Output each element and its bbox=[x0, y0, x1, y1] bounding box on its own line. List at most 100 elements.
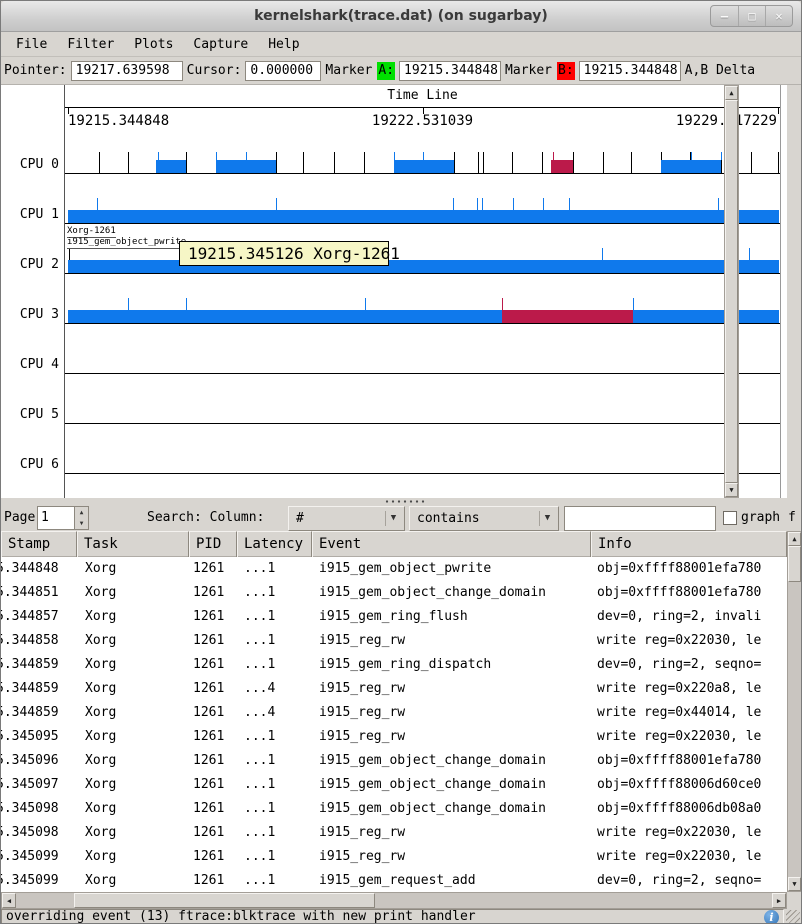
cell-latency: ...1 bbox=[244, 653, 306, 677]
graph-vscroll-thumb[interactable] bbox=[725, 100, 738, 483]
maximize-icon[interactable]: □ bbox=[738, 6, 765, 26]
cell-task: Xorg bbox=[85, 629, 185, 653]
cpu-0-event-tick bbox=[186, 152, 187, 173]
column-select[interactable]: # ▼ bbox=[288, 506, 405, 531]
grip-dots-icon bbox=[384, 500, 426, 503]
search-column-label: Search: Column: bbox=[147, 510, 264, 525]
table-row[interactable]: 5.344859Xorg1261...4i915_reg_rwwrite reg… bbox=[1, 677, 787, 701]
menu-item-plots[interactable]: Plots bbox=[125, 34, 182, 55]
cpu-2-tick bbox=[69, 249, 70, 260]
table-row[interactable]: 5.344848Xorg1261...1i915_gem_object_pwri… bbox=[1, 557, 787, 581]
cpu-0-tick bbox=[216, 152, 217, 160]
cell-stamp: 5.345099 bbox=[1, 869, 77, 892]
cell-stamp: 5.345099 bbox=[1, 845, 77, 869]
column-header-event[interactable]: Event bbox=[312, 531, 591, 557]
cpu-3-tick bbox=[128, 298, 129, 310]
resize-grip-icon[interactable] bbox=[786, 910, 800, 924]
cpu-0-event-tick bbox=[276, 152, 277, 173]
table-row[interactable]: 5.344859Xorg1261...4i915_reg_rwwrite reg… bbox=[1, 701, 787, 725]
column-header-latency[interactable]: Latency bbox=[237, 531, 312, 557]
table-header: StampTaskPIDLatencyEventInfo bbox=[1, 531, 787, 557]
table-row[interactable]: 5.345098Xorg1261...1i915_gem_object_chan… bbox=[1, 797, 787, 821]
cell-pid: 1261 bbox=[193, 821, 237, 845]
table-row[interactable]: 5.345097Xorg1261...1i915_gem_object_chan… bbox=[1, 773, 787, 797]
cpu-label-0: CPU 0 bbox=[1, 157, 59, 173]
cell-task: Xorg bbox=[85, 677, 185, 701]
table-hscroll-thumb[interactable] bbox=[74, 893, 375, 908]
column-header-stamp[interactable]: Stamp bbox=[1, 531, 77, 557]
menu-item-file[interactable]: File bbox=[7, 34, 56, 55]
menu-item-help[interactable]: Help bbox=[259, 34, 308, 55]
table-row[interactable]: 5.345098Xorg1261...1i915_reg_rwwrite reg… bbox=[1, 821, 787, 845]
paned-handle[interactable] bbox=[1, 498, 802, 505]
table-hscrollbar: ◀ ▶ bbox=[1, 892, 787, 909]
cell-stamp: 5.344851 bbox=[1, 581, 77, 605]
cell-info: dev=0, ring=2, seqno= bbox=[597, 653, 787, 677]
cell-latency: ...1 bbox=[244, 869, 306, 892]
menu-item-filter[interactable]: Filter bbox=[58, 34, 123, 55]
cell-info: write reg=0x220a8, le bbox=[597, 677, 787, 701]
table-row[interactable]: 5.344857Xorg1261...1i915_gem_ring_flushd… bbox=[1, 605, 787, 629]
table-row[interactable]: 5.345099Xorg1261...1i915_gem_request_add… bbox=[1, 869, 787, 892]
pointer-value: 19217.639598 bbox=[71, 61, 183, 81]
table-vscroll-thumb[interactable] bbox=[788, 546, 801, 582]
table-row[interactable]: 5.345099Xorg1261...1i915_reg_rwwrite reg… bbox=[1, 845, 787, 869]
cpu-0-event-tick bbox=[303, 152, 304, 173]
cell-pid: 1261 bbox=[193, 605, 237, 629]
status-message: overriding event (13) ftrace:blktrace wi… bbox=[6, 909, 476, 924]
cpu-label-2: CPU 2 bbox=[1, 257, 59, 273]
window-title: kernelshark(trace.dat) (on sugarbay) bbox=[1, 8, 801, 24]
scroll-up-icon[interactable]: ▲ bbox=[725, 86, 738, 100]
cell-stamp: 5.345095 bbox=[1, 725, 77, 749]
cpu-0-tick bbox=[721, 152, 722, 160]
column-header-pid[interactable]: PID bbox=[189, 531, 237, 557]
cpu-1-tick bbox=[569, 198, 570, 210]
cell-task: Xorg bbox=[85, 821, 185, 845]
cell-stamp: 5.344859 bbox=[1, 653, 77, 677]
column-header-info[interactable]: Info bbox=[591, 531, 787, 557]
marker-a-badge: A: bbox=[377, 62, 395, 80]
graph-follows-label: graph f bbox=[741, 510, 796, 525]
cpu-0-event-tick bbox=[603, 152, 604, 173]
cell-pid: 1261 bbox=[193, 701, 237, 725]
table-row[interactable]: 5.344858Xorg1261...1i915_reg_rwwrite reg… bbox=[1, 629, 787, 653]
info-icon[interactable]: i bbox=[764, 910, 779, 924]
cpu-0-event-tick bbox=[573, 152, 574, 173]
chevron-down-icon: ▼ bbox=[385, 511, 401, 526]
cpu-1-tick bbox=[513, 198, 514, 210]
cell-task: Xorg bbox=[85, 581, 185, 605]
scroll-left-icon[interactable]: ◀ bbox=[2, 893, 16, 908]
cell-task: Xorg bbox=[85, 653, 185, 677]
scroll-down-icon[interactable]: ▼ bbox=[725, 483, 738, 497]
cpu-0-bar bbox=[394, 160, 454, 173]
search-input[interactable] bbox=[564, 506, 716, 531]
scroll-right-icon[interactable]: ▶ bbox=[772, 893, 786, 908]
cpu-0-event-tick bbox=[478, 152, 479, 173]
cell-info: write reg=0x44014, le bbox=[597, 701, 787, 725]
cpu-0-tick bbox=[691, 152, 692, 160]
minimize-icon[interactable]: – bbox=[711, 6, 738, 26]
table-row[interactable]: 5.344859Xorg1261...1i915_gem_ring_dispat… bbox=[1, 653, 787, 677]
cpu-3-bar bbox=[502, 310, 633, 323]
graph-follows-checkbox[interactable] bbox=[723, 511, 737, 525]
plot-area[interactable]: Time Line 19215.344848 19222.531039 1922… bbox=[64, 85, 781, 498]
column-header-task[interactable]: Task bbox=[77, 531, 189, 557]
cell-latency: ...1 bbox=[244, 725, 306, 749]
cpu-0-event-tick bbox=[778, 152, 779, 173]
scroll-up-icon[interactable]: ▲ bbox=[788, 532, 801, 546]
cpu-1-tick bbox=[482, 198, 483, 210]
scroll-down-icon[interactable]: ▼ bbox=[788, 877, 801, 891]
page-spinbox[interactable]: 1 ▲▼ bbox=[37, 506, 89, 530]
cpu-0-event-tick bbox=[99, 152, 100, 173]
cpu-1-tick bbox=[453, 198, 454, 210]
close-icon[interactable]: ✕ bbox=[765, 6, 792, 26]
cell-info: dev=0, ring=2, invali bbox=[597, 605, 787, 629]
table-row[interactable]: 5.345095Xorg1261...1i915_reg_rwwrite reg… bbox=[1, 725, 787, 749]
titlebar[interactable]: kernelshark(trace.dat) (on sugarbay) – □… bbox=[1, 1, 801, 32]
plot-tooltip: 19215.345126 Xorg-1261 bbox=[179, 241, 389, 266]
spinner-arrows-icon[interactable]: ▲▼ bbox=[74, 507, 88, 529]
table-row[interactable]: 5.344851Xorg1261...1i915_gem_object_chan… bbox=[1, 581, 787, 605]
menu-item-capture[interactable]: Capture bbox=[184, 34, 257, 55]
match-select[interactable]: contains ▼ bbox=[409, 506, 559, 531]
table-row[interactable]: 5.345096Xorg1261...1i915_gem_object_chan… bbox=[1, 749, 787, 773]
